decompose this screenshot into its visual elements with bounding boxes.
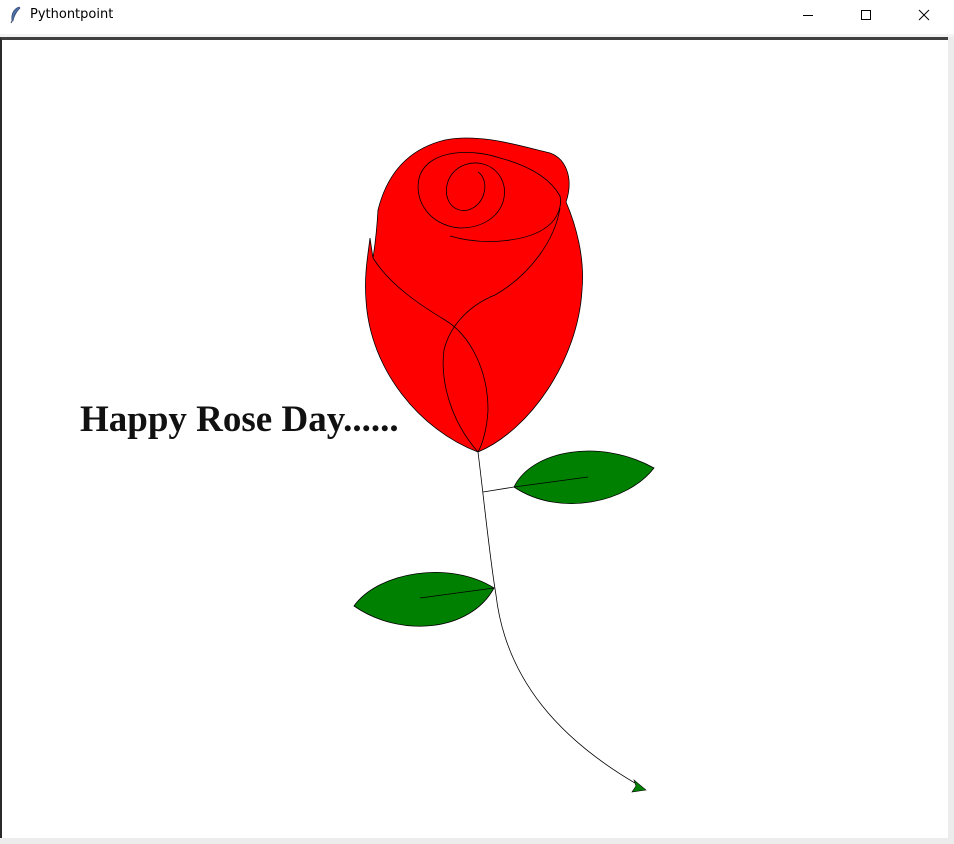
- lower-leaf: [353, 572, 495, 627]
- upper-leaf-branch: [482, 486, 515, 493]
- app-window: Pythontpoint Happy Rose Day......: [0, 0, 954, 844]
- greeting-text: Happy Rose Day......: [80, 399, 399, 440]
- turtle-arrow: [631, 779, 647, 793]
